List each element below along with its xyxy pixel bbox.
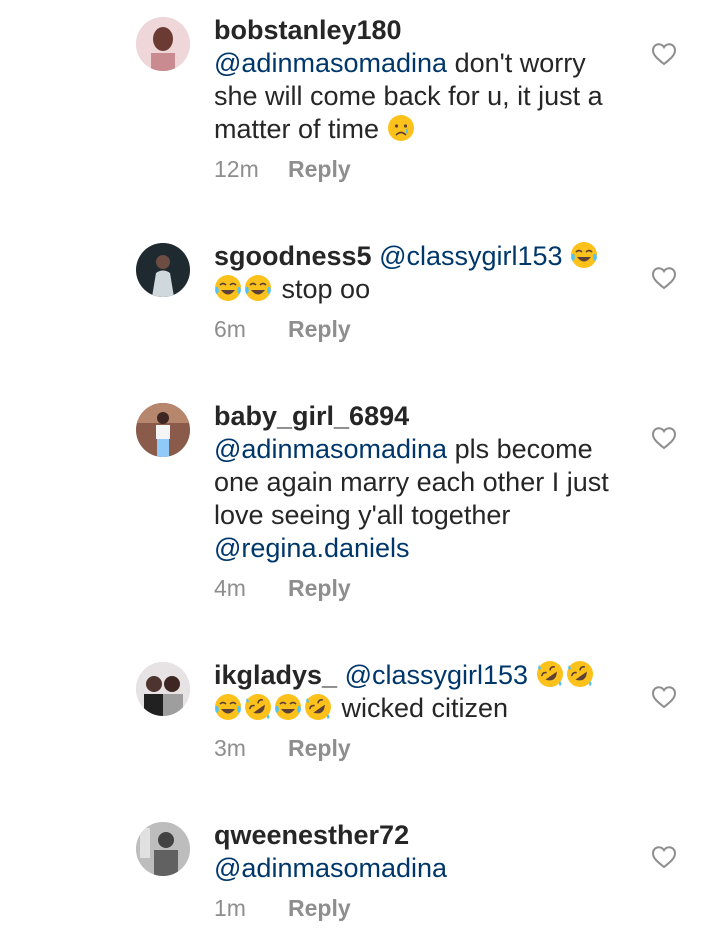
avatar[interactable] (136, 17, 190, 71)
comment-text: baby_girl_6894 @adinmasomadina pls becom… (214, 400, 624, 565)
reply-button[interactable]: Reply (288, 156, 351, 183)
reply-button[interactable]: Reply (288, 575, 351, 602)
comment-username[interactable]: baby_girl_6894 (214, 401, 409, 431)
comment-mention[interactable]: @adinmasomadina (214, 434, 447, 464)
tears-of-joy-emoji (215, 694, 241, 720)
avatar-photo (136, 822, 190, 876)
comment-mention[interactable]: @adinmasomadina (214, 48, 447, 78)
avatar[interactable] (136, 662, 190, 716)
comment-mention[interactable]: @classygirl153 (379, 241, 562, 271)
crying-face-emoji (387, 115, 414, 141)
heart-outline-icon[interactable] (651, 42, 677, 66)
tears-of-joy-emoji (245, 275, 271, 301)
rolling-laughing-emoji (305, 694, 331, 720)
comment-body: wicked citizen (341, 693, 509, 723)
comment-text: sgoodness5 @classygirl153 stop oo (214, 240, 624, 306)
rolling-laughing-emoji (245, 694, 271, 720)
heart-outline-icon[interactable] (651, 845, 677, 869)
avatar[interactable] (136, 403, 190, 457)
reply-button[interactable]: Reply (288, 735, 351, 762)
comment-meta: 12m Reply (214, 156, 624, 183)
comment-mention[interactable]: @classygirl153 (345, 660, 528, 690)
comment-text: ikgladys_ @classygirl153 wicked citizen (214, 659, 624, 725)
comment-username[interactable]: ikgladys_ (214, 660, 337, 690)
comment-mention[interactable]: @adinmasomadina (214, 853, 447, 883)
tears-of-joy-emoji (571, 242, 598, 268)
comment-username[interactable]: sgoodness5 (214, 241, 372, 271)
comment-username[interactable]: bobstanley180 (214, 15, 402, 45)
heart-outline-icon[interactable] (651, 266, 677, 290)
avatar-photo (136, 662, 190, 716)
heart-outline-icon[interactable] (651, 426, 677, 450)
comment-mention[interactable]: @regina.daniels (214, 533, 410, 563)
comment-meta: 3m Reply (214, 735, 624, 762)
reply-button[interactable]: Reply (288, 316, 351, 343)
comment-meta: 6m Reply (214, 316, 624, 343)
comment-time: 3m (214, 735, 246, 761)
comment-meta: 1m Reply (214, 895, 624, 922)
rolling-laughing-emoji (566, 661, 593, 687)
rolling-laughing-emoji (536, 661, 563, 687)
heart-outline-icon[interactable] (651, 685, 677, 709)
avatar-photo (136, 17, 190, 71)
comment-text: bobstanley180 @adinmasomadina don't worr… (214, 14, 624, 146)
tears-of-joy-emoji (275, 694, 301, 720)
comment-time: 1m (214, 895, 246, 921)
tears-of-joy-emoji (215, 275, 241, 301)
comment-time: 6m (214, 316, 246, 342)
comment-text: qweenesther72 @adinmasomadina (214, 819, 624, 885)
comment-meta: 4m Reply (214, 575, 624, 602)
avatar[interactable] (136, 822, 190, 876)
comment-time: 4m (214, 575, 246, 601)
comment-time: 12m (214, 156, 259, 182)
comment-username[interactable]: qweenesther72 (214, 820, 409, 850)
avatar[interactable] (136, 243, 190, 297)
avatar-photo (136, 243, 190, 297)
reply-button[interactable]: Reply (288, 895, 351, 922)
avatar-photo (136, 403, 190, 457)
comment-body: stop oo (281, 274, 371, 304)
